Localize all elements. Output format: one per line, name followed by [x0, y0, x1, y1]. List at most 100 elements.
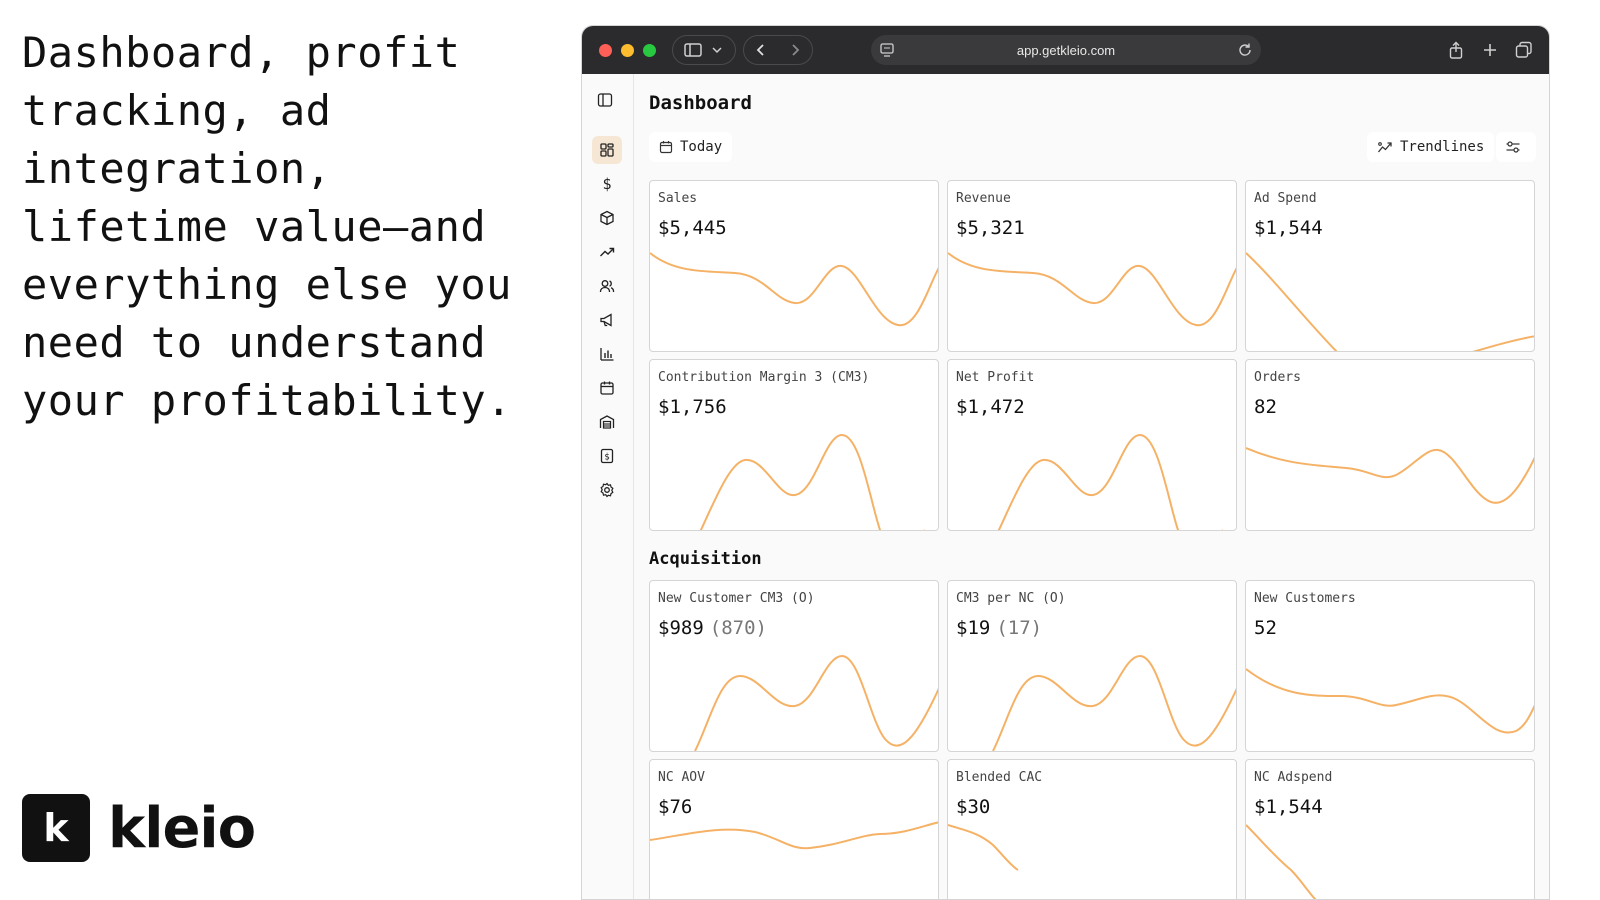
browser-sidebar-button[interactable] [672, 35, 736, 65]
metric-label: New Customers [1254, 591, 1356, 606]
sidebar-nav: $ $ [592, 136, 622, 510]
metric-value: $5,445 [658, 217, 727, 239]
sparkline-path [992, 654, 1236, 751]
metric-label: New Customer CM3 (O) [658, 591, 815, 606]
metric-sparkline [650, 821, 938, 850]
trendline-icon [1377, 142, 1392, 153]
metric-sparkline [948, 252, 1236, 327]
metric-label: Net Profit [956, 370, 1035, 385]
metric-card[interactable]: Revenue $5,321 [947, 180, 1237, 352]
tabs-overview-icon [1515, 41, 1532, 58]
reload-icon[interactable] [1237, 42, 1253, 58]
users-icon [599, 280, 615, 293]
address-bar[interactable]: app.getkleio.com [871, 35, 1261, 65]
trendlines-toggle[interactable]: Trendlines [1367, 132, 1495, 162]
share-button[interactable] [1441, 35, 1471, 65]
metric-sparkline [997, 433, 1223, 530]
metric-value-main: $1,472 [956, 396, 1025, 418]
close-window-button[interactable] [599, 43, 612, 57]
metric-value: $1,544 [1254, 217, 1323, 239]
panel-left-icon [597, 93, 613, 107]
reader-icon[interactable] [879, 42, 895, 58]
sidebar-item-invoices[interactable]: $ [592, 442, 622, 470]
url-text: app.getkleio.com [1016, 42, 1116, 58]
metric-label: NC AOV [658, 770, 705, 785]
metric-sparkline [650, 252, 938, 327]
metric-card[interactable]: NC AOV $76 [649, 759, 939, 899]
sliders-icon [1506, 141, 1519, 153]
sidebar-item-products[interactable] [592, 204, 622, 232]
metric-value: $30 [956, 796, 990, 818]
sidebar-item-settings[interactable] [592, 476, 622, 504]
browser-window: app.getkleio.com $ $ Dashboard Today Tre… [581, 25, 1550, 900]
sparkline-path [1246, 824, 1317, 899]
section-title-acquisition: Acquisition [649, 549, 762, 569]
metric-value-secondary: (870) [709, 617, 767, 639]
brand-mark: k [22, 794, 90, 862]
metric-card[interactable]: Orders 82 [1245, 359, 1535, 531]
minimize-window-button[interactable] [621, 43, 634, 57]
sidebar-item-trends[interactable] [592, 238, 622, 266]
metric-label: Orders [1254, 370, 1301, 385]
calendar-icon [600, 381, 614, 395]
box-icon [600, 210, 614, 226]
svg-text:$: $ [604, 453, 609, 463]
metric-card[interactable]: Blended CAC $30 [947, 759, 1237, 899]
dashboard-main: Dashboard Today Trendlines Acquisition S… [634, 74, 1549, 899]
forward-icon[interactable] [789, 43, 801, 57]
metric-label: NC Adspend [1254, 770, 1333, 785]
sparkline-path [650, 252, 938, 327]
sidebar-item-reports[interactable] [592, 340, 622, 368]
browser-actions [1437, 35, 1539, 65]
metric-value: $19 (17) [956, 617, 1042, 639]
browser-titlebar: app.getkleio.com [582, 26, 1549, 74]
sidebar-item-revenue[interactable]: $ [592, 170, 622, 198]
sidebar-item-warehouse[interactable] [592, 408, 622, 436]
metric-value-main: $5,321 [956, 217, 1025, 239]
bar-chart-icon [600, 348, 614, 361]
dollar-icon: $ [602, 175, 612, 193]
date-filter-button[interactable]: Today [649, 132, 733, 162]
metric-sparkline [1246, 447, 1534, 504]
display-settings-button[interactable] [1496, 132, 1536, 162]
tabs-overview-button[interactable] [1509, 35, 1539, 65]
date-filter-label: Today [680, 139, 723, 155]
metric-card[interactable]: Net Profit $1,472 [947, 359, 1237, 531]
sparkline-path [1246, 447, 1534, 504]
metric-sparkline [948, 824, 1019, 871]
metric-value: $989 (870) [658, 617, 767, 639]
collapse-sidebar-button[interactable] [597, 92, 613, 112]
window-controls [599, 43, 665, 57]
metric-label: Revenue [956, 191, 1011, 206]
metric-card[interactable]: Ad Spend $1,544 [1245, 180, 1535, 352]
sidebar-item-dashboard[interactable] [592, 136, 622, 164]
metric-value-main: $1,544 [1254, 796, 1323, 818]
new-tab-button[interactable] [1475, 35, 1505, 65]
back-icon[interactable] [755, 43, 767, 57]
metric-card[interactable]: CM3 per NC (O) $19 (17) [947, 580, 1237, 752]
sidebar-item-marketing[interactable] [592, 306, 622, 334]
sparkline-path [699, 433, 925, 530]
sidebar-item-customers[interactable] [592, 272, 622, 300]
metric-card[interactable]: NC Adspend $1,544 [1245, 759, 1535, 899]
metric-card[interactable]: Sales $5,445 [649, 180, 939, 352]
metric-card[interactable]: Contribution Margin 3 (CM3) $1,756 [649, 359, 939, 531]
invoice-icon: $ [600, 448, 614, 464]
metric-value-main: 52 [1254, 617, 1277, 639]
sparkline-path [694, 654, 938, 751]
metric-card[interactable]: New Customers 52 [1245, 580, 1535, 752]
metric-label: Ad Spend [1254, 191, 1317, 206]
metric-label: Blended CAC [956, 770, 1043, 785]
metric-card[interactable]: New Customer CM3 (O) $989 (870) [649, 580, 939, 752]
metric-value-main: $30 [956, 796, 991, 818]
app-shell: $ $ Dashboard Today Trendlines Acquisiti… [582, 74, 1549, 899]
zoom-window-button[interactable] [643, 43, 656, 57]
metric-value-main: $1,756 [658, 396, 727, 418]
brand-name: kleio [108, 795, 256, 861]
new-tab-icon [1484, 44, 1496, 56]
metric-value: $1,544 [1254, 796, 1323, 818]
sidebar-item-calendar[interactable] [592, 374, 622, 402]
sparkline-path [948, 252, 1236, 327]
app-sidebar: $ $ [582, 74, 634, 899]
metric-value-main: 82 [1254, 396, 1277, 418]
